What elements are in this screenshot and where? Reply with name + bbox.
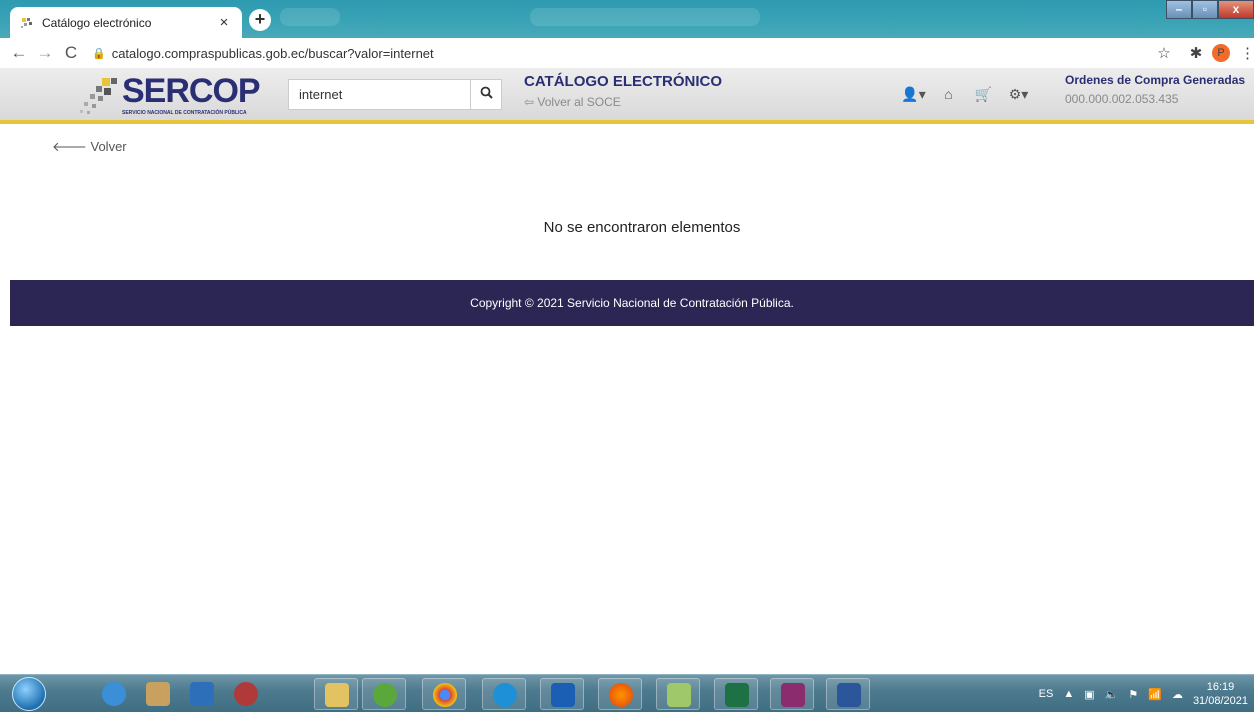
language-indicator[interactable]: ES xyxy=(1039,688,1054,700)
word-icon[interactable] xyxy=(826,678,870,710)
browser-tab[interactable]: Catálogo electrónico × xyxy=(10,7,242,38)
search-input[interactable] xyxy=(288,79,470,110)
start-button[interactable] xyxy=(12,677,46,711)
excel-icon[interactable] xyxy=(714,678,758,710)
arrow-left-icon: 🡐 xyxy=(52,139,87,154)
orders-value: 000.000.002.053.435 xyxy=(1065,92,1179,106)
settings-gear-icon[interactable]: ⚙▾ xyxy=(1001,86,1036,103)
empty-results-message: No se encontraron elementos xyxy=(543,219,741,236)
media-player-icon[interactable] xyxy=(180,678,224,710)
profile-avatar[interactable]: P xyxy=(1212,44,1230,62)
winrar-icon[interactable] xyxy=(770,678,814,710)
cart-icon[interactable]: 🛒 xyxy=(966,86,1001,103)
site-header: SERCOP SERVICIO NACIONAL DE CONTRATACIÓN… xyxy=(0,68,1254,124)
back-link[interactable]: 🡐 Volver xyxy=(52,139,127,155)
blurred-region xyxy=(280,8,340,26)
back-link-label: Volver xyxy=(90,139,127,154)
logo-subtitle: SERVICIO NACIONAL DE CONTRATACIÓN PÚBLIC… xyxy=(122,110,247,116)
new-tab-button[interactable]: + xyxy=(249,9,271,31)
device-icon[interactable]: ▣ xyxy=(1084,688,1094,701)
tray-expand-icon[interactable]: ▲ xyxy=(1063,688,1074,700)
header-icon-menu: 👤▾ ⌂ 🛒 ⚙▾ xyxy=(896,86,1036,103)
network-signal-icon[interactable]: 📶 xyxy=(1148,688,1162,701)
volume-icon[interactable]: 🔈 xyxy=(1105,688,1119,701)
paint-icon[interactable] xyxy=(136,678,180,710)
lock-icon[interactable]: 🔒 xyxy=(92,47,106,60)
pixel-logo-icon xyxy=(80,78,117,114)
firefox-icon[interactable] xyxy=(598,678,642,710)
url-field[interactable]: catalogo.compraspublicas.gob.ec/buscar?v… xyxy=(112,46,434,61)
copyright-text: Copyright © 2021 Servicio Nacional de Co… xyxy=(470,296,794,310)
back-to-soce-label: Volver al SOCE xyxy=(537,95,621,109)
orders-label: Ordenes de Compra Generadas xyxy=(1065,73,1246,87)
search-box xyxy=(288,79,502,110)
bookmark-star-icon[interactable]: ☆ xyxy=(1148,44,1180,62)
clock-date: 31/08/2021 xyxy=(1192,695,1248,707)
home-icon[interactable]: ⌂ xyxy=(931,86,966,103)
user-menu-icon[interactable]: 👤▾ xyxy=(896,86,931,103)
page-footer: Copyright © 2021 Servicio Nacional de Co… xyxy=(10,280,1254,326)
clock[interactable]: 16:19 31/08/2021 xyxy=(1193,680,1248,708)
snipping-tool-icon[interactable] xyxy=(224,678,268,710)
onedrive-cloud-icon[interactable]: ☁ xyxy=(1172,688,1183,701)
tab-close-icon[interactable]: × xyxy=(216,14,232,31)
minimize-button[interactable]: – xyxy=(1166,0,1192,19)
extensions-puzzle-icon[interactable]: ✱ xyxy=(1180,44,1212,62)
forward-arrow-icon[interactable]: → xyxy=(32,43,58,63)
back-arrow-icon[interactable]: ← xyxy=(6,43,32,63)
skype-icon[interactable] xyxy=(482,678,526,710)
address-bar: ← → C 🔒 catalogo.compraspublicas.gob.ec/… xyxy=(0,38,1254,68)
chrome-icon[interactable] xyxy=(422,678,466,710)
browser-titlebar: Catálogo electrónico × + – ▫ x xyxy=(0,0,1254,38)
sercop-favicon-icon xyxy=(20,16,34,30)
internet-explorer-icon[interactable] xyxy=(92,678,136,710)
outlook-icon[interactable] xyxy=(540,678,584,710)
blurred-region xyxy=(530,8,760,26)
system-tray: ES ▲ ▣ 🔈 ⚑ 📶 ☁ 16:19 31/08/2021 xyxy=(1039,675,1254,712)
back-to-soce-link[interactable]: ⇦ Volver al SOCE xyxy=(524,95,621,109)
windows-taskbar: ES ▲ ▣ 🔈 ⚑ 📶 ☁ 16:19 31/08/2021 xyxy=(0,674,1254,712)
browser-menu-icon[interactable]: ⋮ xyxy=(1240,44,1254,62)
action-center-flag-icon[interactable]: ⚑ xyxy=(1128,688,1138,701)
search-button[interactable] xyxy=(470,79,502,110)
maximize-button[interactable]: ▫ xyxy=(1192,0,1218,19)
sign-in-icon: ⇦ xyxy=(524,95,535,109)
search-icon xyxy=(480,86,493,99)
clock-time: 16:19 xyxy=(1206,681,1235,693)
tab-title: Catálogo electrónico xyxy=(42,15,152,30)
catalog-title: CATÁLOGO ELECTRÓNICO xyxy=(524,73,723,90)
reload-icon[interactable]: C xyxy=(58,43,84,63)
folder-icon[interactable] xyxy=(656,678,700,710)
logo-text: SERCOP xyxy=(122,72,261,110)
window-close-button[interactable]: x xyxy=(1218,0,1254,19)
file-explorer-icon[interactable] xyxy=(314,678,358,710)
window-controls: – ▫ x xyxy=(1166,0,1254,19)
sercop-logo[interactable]: SERCOP SERVICIO NACIONAL DE CONTRATACIÓN… xyxy=(80,72,280,118)
app-icon[interactable] xyxy=(362,678,406,710)
